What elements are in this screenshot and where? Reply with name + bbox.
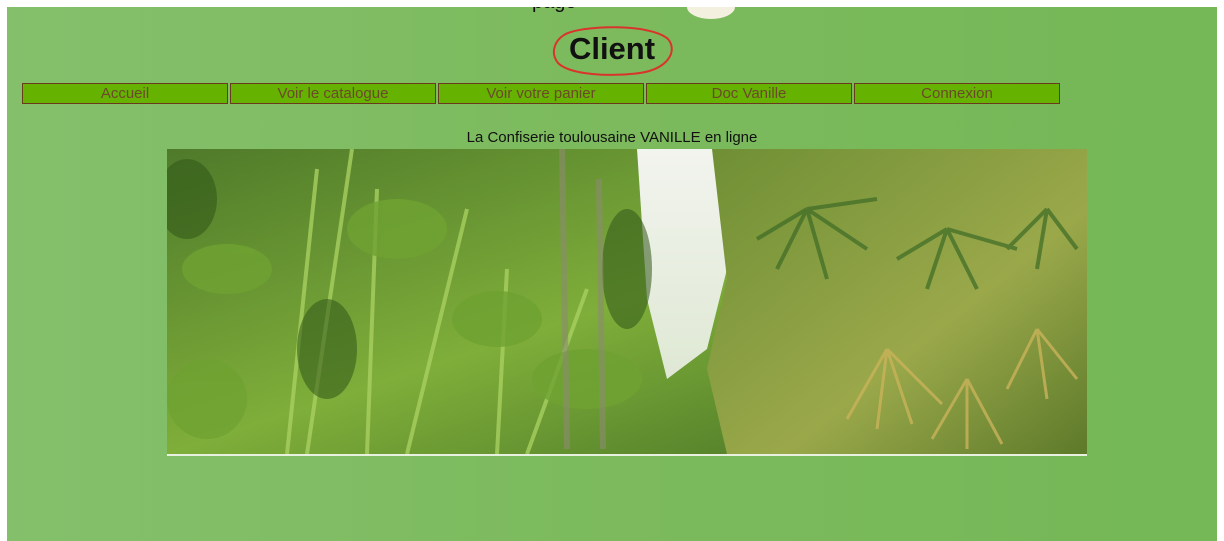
jungle-photo [167, 149, 1087, 456]
nav-login-button[interactable]: Connexion [854, 83, 1060, 104]
page-background: page Client Accueil Voir le catalogue Vo… [7, 7, 1217, 541]
main-navigation: Accueil Voir le catalogue Voir votre pan… [22, 83, 1060, 104]
page-title: Client [568, 31, 656, 66]
clipped-heading-text: page [532, 7, 577, 14]
title-area: Client [7, 25, 1217, 76]
jungle-image-icon [167, 149, 1087, 454]
nav-catalogue-button[interactable]: Voir le catalogue [230, 83, 436, 104]
nav-doc-button[interactable]: Doc Vanille [646, 83, 852, 104]
site-subtitle: La Confiserie toulousaine VANILLE en lig… [466, 129, 758, 146]
page-title-container: Client [552, 25, 673, 76]
nav-cart-button[interactable]: Voir votre panier [438, 83, 644, 104]
top-decoration [687, 7, 735, 19]
nav-home-button[interactable]: Accueil [22, 83, 228, 104]
